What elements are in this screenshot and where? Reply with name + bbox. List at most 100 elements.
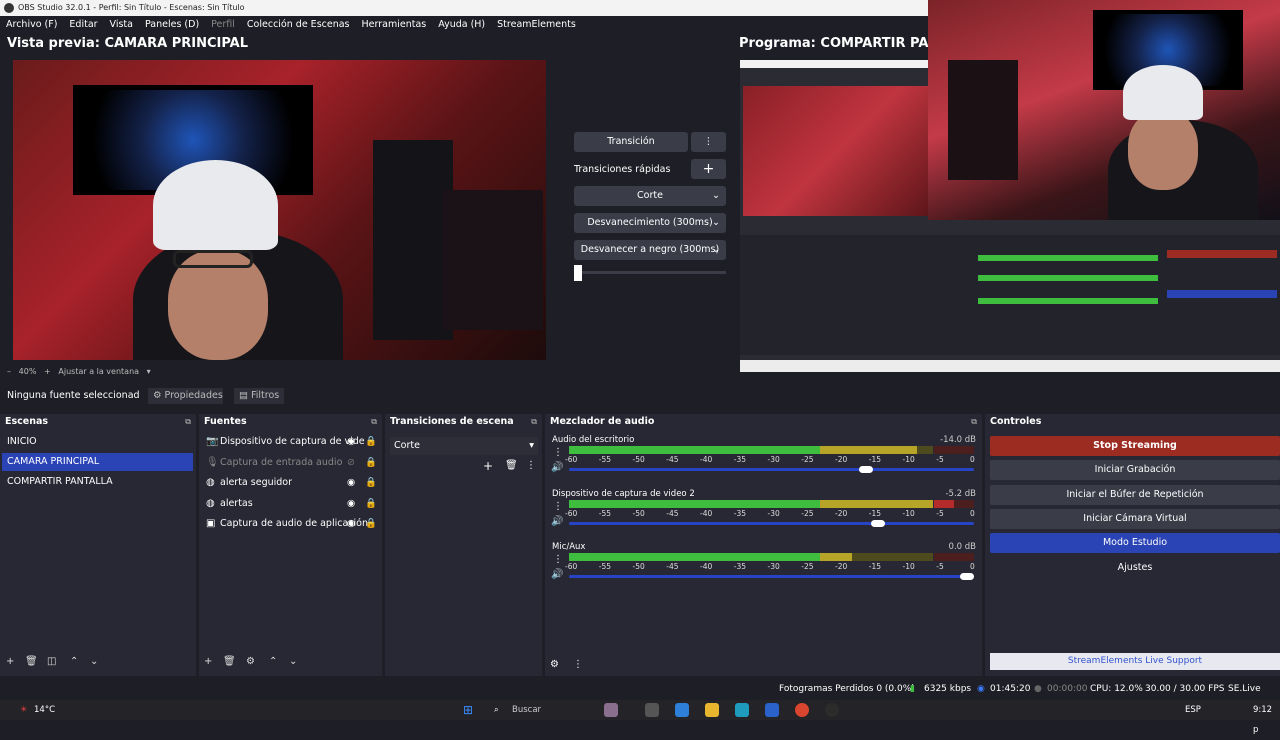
search-icon[interactable]: ⌕ — [494, 700, 499, 720]
speaker-icon[interactable]: 🔊 — [551, 516, 563, 527]
channel-menu-icon[interactable]: ⋮ — [553, 501, 563, 512]
filters-button[interactable]: ▤ Filtros — [234, 388, 284, 404]
menu-item[interactable]: StreamElements — [497, 16, 576, 33]
quick-transition-button[interactable]: Corte ⌄ — [574, 186, 726, 206]
control-button[interactable]: Iniciar el Búfer de Repetición — [990, 484, 1280, 505]
obs-icon[interactable] — [825, 703, 839, 717]
menu-item[interactable]: Vista — [110, 16, 133, 33]
scene-transitions-title: Transiciones de escena — [390, 416, 514, 427]
language[interactable]: ESP — [1185, 700, 1201, 720]
clock[interactable]: 9:12 p — [1253, 700, 1280, 740]
remove-transition-icon[interactable]: 🗑 — [505, 460, 518, 471]
rec-time: 00:00:00 — [1047, 684, 1088, 694]
add-scene-icon[interactable]: + — [6, 656, 14, 667]
source-item[interactable]: 🎙Captura de entrada audio ⊘ 🔒 — [201, 454, 380, 472]
dock-float-icon[interactable]: ⧉ — [371, 417, 377, 427]
app-icon[interactable] — [645, 703, 659, 717]
transition-menu-button[interactable]: ⋮ — [691, 132, 726, 152]
control-button[interactable]: Iniciar Grabación — [990, 460, 1280, 481]
transition-menu-icon[interactable]: ⋮ — [526, 460, 536, 471]
move-down-icon[interactable]: ⌄ — [90, 656, 98, 667]
quick-transition-button[interactable]: Desvanecimiento (300ms) ⌄ — [574, 213, 726, 233]
quick-transition-button[interactable]: Desvanecer a negro (300ms) ⌄ — [574, 240, 726, 260]
control-button[interactable]: Ajustes — [990, 557, 1280, 578]
app-icon[interactable] — [675, 703, 689, 717]
source-item[interactable]: ▣ Captura de audio de aplicación ◉ 🔒 — [201, 515, 380, 533]
speaker-icon[interactable]: 🔊 — [551, 462, 563, 473]
control-button[interactable]: Stop Streaming — [990, 436, 1280, 456]
mixer-settings-icon[interactable]: ⚙ — [550, 659, 559, 670]
edge-icon[interactable] — [735, 703, 749, 717]
source-item[interactable]: 📷 Dispositivo de captura de vide ◉ 🔒 — [201, 433, 380, 451]
lock-icon[interactable]: 🔒 — [365, 474, 377, 492]
camera-icon: 📷 — [206, 436, 219, 447]
transition-button[interactable]: Transición — [574, 132, 688, 152]
move-down-icon[interactable]: ⌄ — [289, 656, 297, 667]
avatar-icon[interactable] — [604, 703, 618, 717]
control-button[interactable]: Modo Estudio — [990, 533, 1280, 554]
windows-start-icon[interactable]: ⊞ — [463, 700, 473, 720]
mixer-menu-icon[interactable]: ⋮ — [573, 659, 583, 670]
menu-item[interactable]: Ayuda (H) — [438, 16, 485, 33]
menu-item[interactable]: Perfil — [211, 16, 235, 33]
scene-item[interactable]: INICIO — [2, 433, 193, 451]
eye-icon[interactable]: ◉ — [347, 474, 355, 492]
scenes-dock: Escenas ⧉ INICIO CAMARA PRINCIPAL COMPARTI… — [0, 414, 196, 676]
chrome-icon[interactable] — [795, 703, 809, 717]
t-bar-handle[interactable] — [574, 265, 582, 281]
volume-knob[interactable] — [870, 519, 885, 527]
eye-off-icon[interactable]: ⊘ — [347, 454, 355, 472]
unlock-icon[interactable]: 🔒 — [365, 454, 377, 472]
source-item[interactable]: ◍ alerta seguidor ◉ 🔒 — [201, 474, 380, 492]
menu-item[interactable]: Colección de Escenas — [247, 16, 350, 33]
volume-knob[interactable] — [858, 466, 873, 473]
dock-float-icon[interactable]: ⧉ — [971, 417, 977, 427]
control-button[interactable]: Iniciar Cámara Virtual — [990, 508, 1280, 529]
unlock-icon[interactable]: 🔒 — [365, 433, 377, 451]
dock-float-icon[interactable]: ⧉ — [185, 417, 191, 427]
no-source-label: Ninguna fuente seleccionad — [7, 390, 140, 401]
taskbar-search[interactable]: Buscar — [512, 700, 541, 720]
preview-canvas[interactable] — [13, 60, 546, 360]
scene-item[interactable]: COMPARTIR PANTALLA — [2, 473, 193, 491]
chevron-down-icon[interactable]: ⌄ — [712, 240, 720, 260]
unlock-icon[interactable]: 🔒 — [365, 515, 377, 533]
speaker-icon[interactable]: 🔊 — [551, 569, 563, 580]
chevron-down-icon[interactable]: ⌄ — [712, 186, 720, 206]
menu-item[interactable]: Herramientas — [362, 16, 427, 33]
move-up-icon[interactable]: ⌃ — [269, 656, 277, 667]
remove-source-icon[interactable]: 🗑 — [223, 656, 236, 667]
scene-filters-icon[interactable]: ◫ — [47, 656, 56, 667]
volume-slider[interactable] — [569, 521, 974, 525]
volume-knob[interactable] — [960, 573, 974, 580]
add-quick-transition-button[interactable]: + — [691, 159, 726, 179]
tick-label: -25 — [801, 455, 814, 464]
scene-item[interactable]: CAMARA PRINCIPAL — [2, 453, 193, 471]
lock-icon[interactable]: 🔒 — [365, 495, 377, 513]
store-icon[interactable] — [765, 703, 779, 717]
add-source-icon[interactable]: + — [204, 656, 212, 667]
volume-slider[interactable] — [569, 468, 974, 471]
source-item[interactable]: ◍ alertas ◉ 🔒 — [201, 495, 380, 513]
zoom-control[interactable]: – 40% + Ajustar a la ventana ▾ — [7, 367, 151, 376]
dock-float-icon[interactable]: ⧉ — [531, 417, 537, 427]
add-transition-icon[interactable]: + — [483, 459, 493, 473]
chevron-down-icon[interactable]: ⌄ — [712, 213, 720, 233]
eye-icon[interactable]: ◉ — [347, 495, 355, 513]
folder-icon[interactable] — [705, 703, 719, 717]
streamelements-support-button[interactable]: StreamElements Live Support — [990, 653, 1280, 670]
menu-item[interactable]: Archivo (F) — [6, 16, 57, 33]
volume-slider[interactable] — [569, 575, 974, 578]
tick-label: -10 — [902, 508, 915, 518]
remove-scene-icon[interactable]: 🗑 — [25, 656, 38, 667]
menu-item[interactable]: Paneles (D) — [145, 16, 199, 33]
move-up-icon[interactable]: ⌃ — [70, 656, 78, 667]
channel-menu-icon[interactable]: ⋮ — [553, 554, 563, 565]
transition-select[interactable]: Corte ▾ — [390, 437, 538, 455]
source-settings-icon[interactable]: ⚙ — [246, 656, 255, 667]
menu-item[interactable]: Editar — [69, 16, 97, 33]
properties-button[interactable]: ⚙ Propiedades — [148, 388, 223, 404]
channel-menu-icon[interactable]: ⋮ — [553, 447, 563, 458]
eye-icon[interactable]: ◉ — [347, 433, 355, 451]
eye-icon[interactable]: ◉ — [347, 515, 355, 533]
